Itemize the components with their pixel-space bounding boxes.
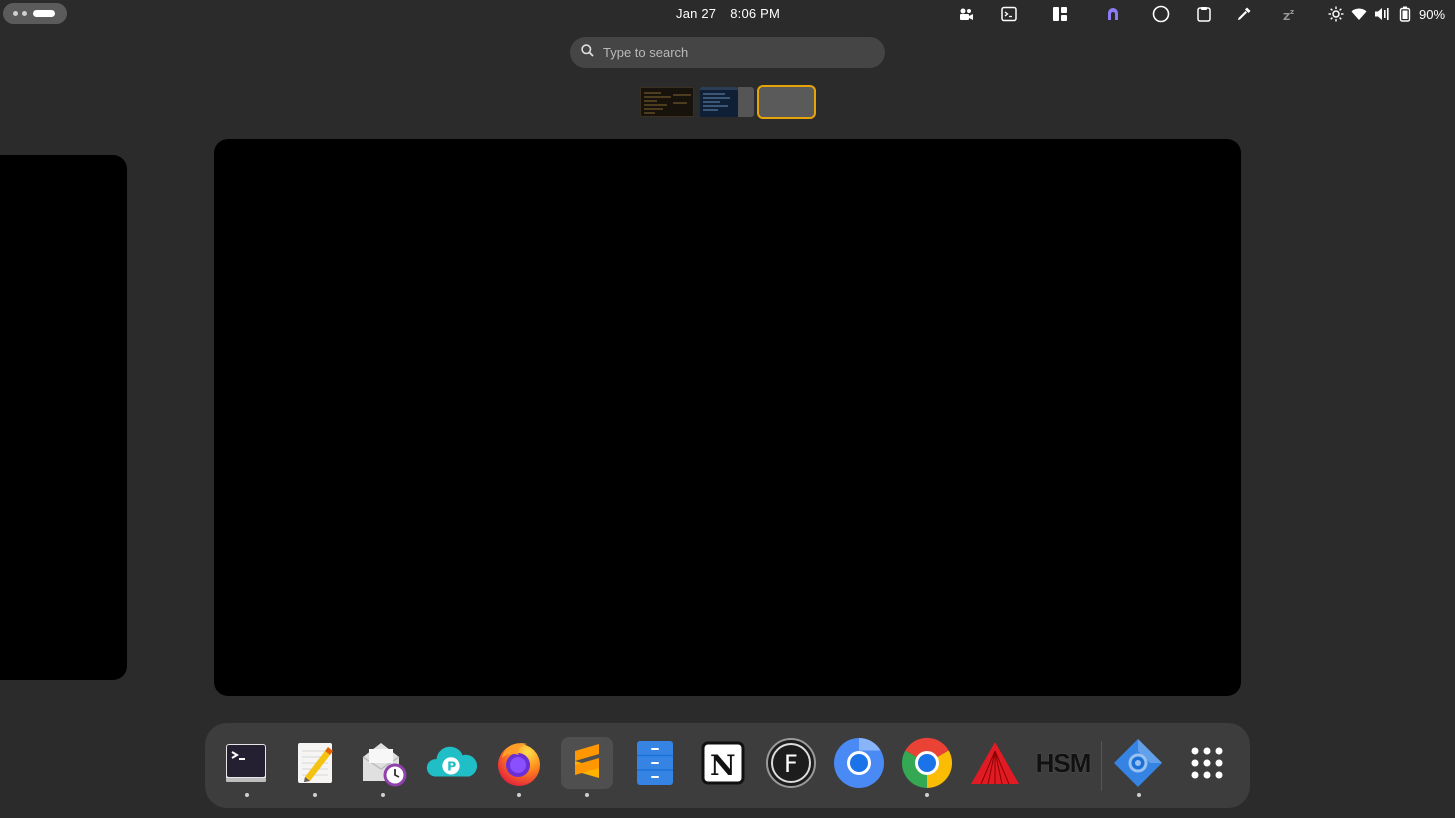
sublime-text-app-icon[interactable] [561, 737, 613, 789]
volume-icon [1373, 5, 1391, 23]
pcloud-app-icon[interactable]: P [425, 737, 477, 789]
tiling-layout-icon[interactable] [1051, 5, 1069, 23]
svg-text:F: F [784, 750, 798, 778]
red-triangle-app-icon[interactable] [969, 737, 1021, 789]
running-indicator [313, 793, 317, 797]
workspace-dot [22, 11, 27, 16]
dock: P N F HSM [205, 723, 1250, 808]
clock[interactable]: Jan 27 8:06 PM [676, 6, 780, 21]
google-chrome-app-icon[interactable] [901, 737, 953, 789]
vpn-icon[interactable] [1104, 5, 1122, 23]
chromium-app-icon[interactable] [833, 737, 885, 789]
running-indicator [245, 793, 249, 797]
workspace-thumbnail-2-edge [738, 87, 754, 117]
search-bar[interactable] [570, 37, 885, 68]
adjacent-workspace-window[interactable] [0, 155, 127, 680]
workspace-dot [13, 11, 18, 16]
mail-scheduler-app-icon[interactable] [357, 737, 409, 789]
top-bar: Jan 27 8:06 PM Zz 90% [0, 0, 1455, 28]
text-editor-app-icon[interactable] [289, 737, 341, 789]
notion-app-icon[interactable]: N [697, 737, 749, 789]
app-installer-app-icon[interactable] [1112, 737, 1164, 789]
running-indicator [585, 793, 589, 797]
running-indicator [517, 793, 521, 797]
date-label: Jan 27 [676, 6, 717, 21]
workspace-thumbnail-2[interactable] [700, 87, 738, 117]
dock-separator [1101, 741, 1102, 791]
search-input[interactable] [603, 45, 863, 60]
firefox-app-icon[interactable] [493, 737, 545, 789]
clipboard-icon[interactable] [1195, 5, 1213, 23]
f-app-icon[interactable]: F [765, 737, 817, 789]
brightness-icon [1327, 5, 1345, 23]
workspace-thumbnail-3-active[interactable] [757, 85, 816, 119]
sleep-icon[interactable]: Zz [1281, 5, 1299, 23]
svg-text:P: P [447, 759, 456, 774]
time-label: 8:06 PM [730, 6, 781, 21]
running-indicator [1137, 793, 1141, 797]
search-icon [581, 43, 594, 62]
active-workspace-pill [33, 10, 55, 17]
wifi-icon [1350, 5, 1368, 23]
svg-text:z: z [1290, 8, 1294, 16]
running-indicator [925, 793, 929, 797]
system-menu[interactable]: 90% [1327, 4, 1445, 24]
terminal-icon[interactable] [1000, 5, 1018, 23]
running-indicator [381, 793, 385, 797]
workspace-thumbnail-1[interactable] [640, 87, 694, 117]
hsm-app-icon[interactable]: HSM [1033, 737, 1093, 789]
video-call-icon[interactable] [957, 5, 975, 23]
svg-text:N: N [710, 749, 736, 782]
hsm-label: HSM [1035, 747, 1092, 778]
show-apps-grid-icon[interactable] [1181, 737, 1233, 789]
file-manager-app-icon[interactable] [629, 737, 681, 789]
color-picker-icon[interactable] [1235, 5, 1253, 23]
circle-icon[interactable] [1152, 5, 1170, 23]
active-window-preview[interactable] [214, 139, 1241, 696]
battery-icon [1396, 5, 1414, 23]
battery-percent: 90% [1419, 6, 1446, 22]
activities-button[interactable] [3, 3, 67, 24]
terminal-app-icon[interactable] [220, 737, 272, 789]
